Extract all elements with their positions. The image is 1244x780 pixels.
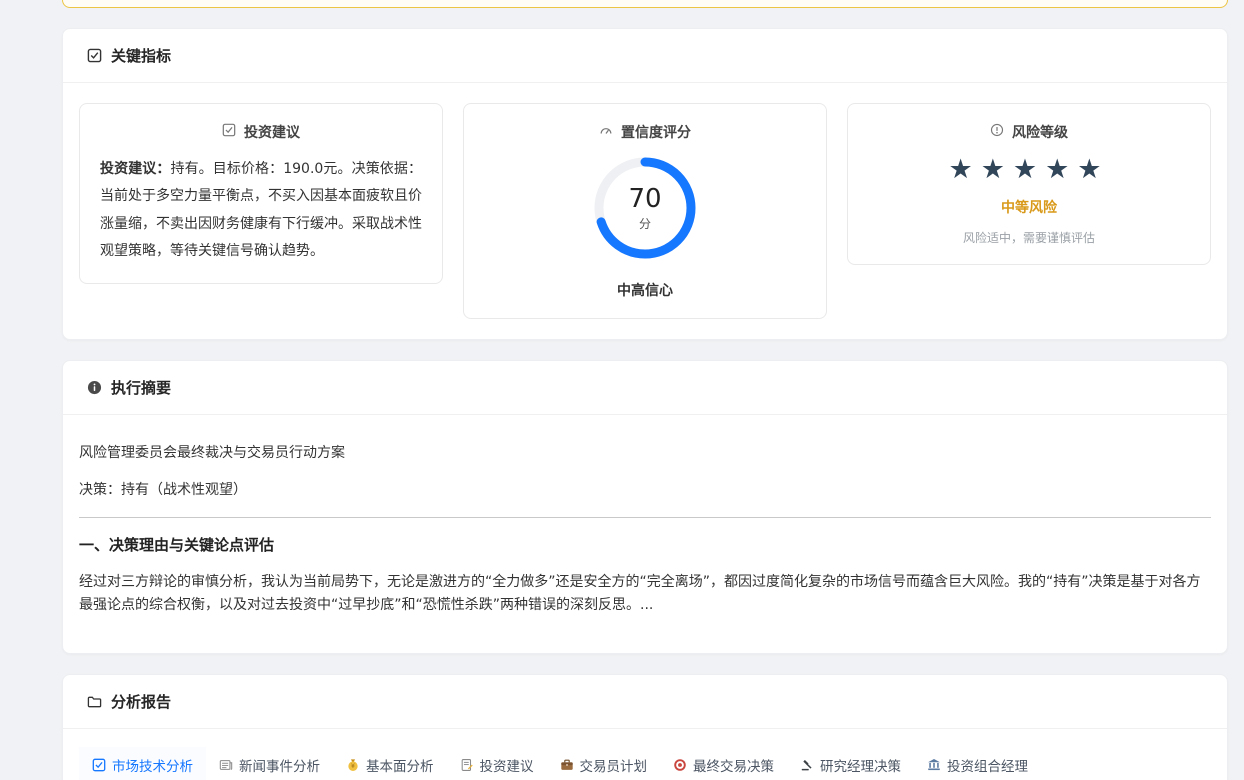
analysis-report-body: 市场技术分析 新闻事件分析 ¥ 基本面分析 投资建议 交易员计划 最终交易决策 …	[63, 729, 1227, 780]
summary-line1: 风险管理委员会最终裁决与交易员行动方案	[79, 445, 345, 461]
money-bag-icon: ¥	[346, 758, 360, 772]
tab-portfolio-manager[interactable]: 投资组合经理	[914, 747, 1041, 780]
tab-fundamentals[interactable]: ¥ 基本面分析	[333, 747, 447, 780]
briefcase-icon	[560, 758, 574, 772]
main-content: 关键指标 投资建议 投资建议：持有。目标价格：190.0元。决策依据：当前处于多…	[62, 0, 1228, 780]
tab-news-events[interactable]: 新闻事件分析	[206, 747, 333, 780]
tab-trader-plan[interactable]: 交易员计划	[547, 747, 661, 780]
risk-stars-icon: ★★★★★	[948, 154, 1110, 185]
advice-title: 投资建议	[244, 125, 300, 141]
tab-market-technical[interactable]: 市场技术分析	[79, 747, 206, 780]
analysis-report-card: 分析报告 市场技术分析 新闻事件分析 ¥ 基本面分析 投资建议 交易员计划 最终…	[62, 674, 1228, 780]
confidence-unit: 分	[638, 217, 651, 231]
tab-label: 投资建议	[479, 759, 534, 776]
check-square-icon	[87, 48, 102, 63]
risk-title: 风险等级	[1012, 125, 1068, 141]
key-indicators-body: 投资建议 投资建议：持有。目标价格：190.0元。决策依据：当前处于多空力量平衡…	[63, 83, 1227, 339]
risk-card: 风险等级 ★★★★★ 中等风险 风险适中，需要谨慎评估	[847, 103, 1211, 265]
tab-investment-advice[interactable]: 投资建议	[447, 747, 547, 780]
gauge-icon	[599, 123, 613, 141]
newspaper-icon	[219, 758, 233, 772]
tab-label: 基本面分析	[366, 759, 434, 776]
target-icon	[673, 758, 687, 772]
folder-icon	[87, 694, 102, 709]
top-alert-partial	[62, 0, 1228, 8]
note-icon	[460, 758, 474, 772]
executive-summary-card: 执行摘要 风险管理委员会最终裁决与交易员行动方案 决策：持有（战术性观望） 一、…	[62, 360, 1228, 655]
confidence-score-wrap: 70 分	[593, 156, 697, 260]
tab-label: 市场技术分析	[112, 759, 193, 776]
tab-research-manager-decision[interactable]: 研究经理决策	[787, 747, 914, 780]
advice-strong: 投资建议：	[100, 161, 171, 177]
analysis-report-header: 分析报告	[63, 675, 1227, 730]
tab-label: 研究经理决策	[820, 759, 901, 776]
warning-circle-icon	[990, 123, 1004, 141]
tab-label: 新闻事件分析	[239, 759, 320, 776]
risk-head: 风险等级	[868, 122, 1190, 142]
check-square-icon	[92, 758, 106, 772]
advice-text: 投资建议：持有。目标价格：190.0元。决策依据：当前处于多空力量平衡点，不买入…	[100, 156, 422, 265]
tab-label: 交易员计划	[579, 759, 648, 776]
info-filled-icon	[87, 380, 102, 395]
investment-advice-head: 投资建议	[100, 122, 422, 142]
confidence-head: 置信度评分	[484, 122, 806, 142]
bank-icon	[927, 758, 941, 772]
executive-summary-header: 执行摘要	[63, 361, 1227, 415]
section-title: 分析报告	[111, 693, 172, 712]
report-tabs: 市场技术分析 新闻事件分析 ¥ 基本面分析 投资建议 交易员计划 最终交易决策 …	[79, 747, 1211, 780]
executive-summary-body: 风险管理委员会最终裁决与交易员行动方案 决策：持有（战术性观望） 一、决策理由与…	[63, 415, 1227, 653]
confidence-title: 置信度评分	[621, 125, 691, 141]
gavel-icon	[800, 758, 814, 772]
key-indicators-card: 关键指标 投资建议 投资建议：持有。目标价格：190.0元。决策依据：当前处于多…	[62, 28, 1228, 340]
confidence-label: 中高信心	[617, 283, 673, 299]
summary-heading: 一、决策理由与关键论点评估	[79, 536, 275, 554]
confidence-score: 70	[628, 184, 662, 214]
key-indicators-header: 关键指标	[63, 29, 1227, 83]
svg-text:¥: ¥	[351, 763, 355, 770]
clipboard-check-icon	[222, 123, 236, 141]
summary-paragraph: 经过对三方辩论的审慎分析，我认为当前局势下，无论是激进方的“全力做多”还是安全方…	[79, 574, 1201, 614]
confidence-ring: 70 分	[593, 156, 697, 260]
section-title: 关键指标	[111, 47, 172, 65]
tab-label: 投资组合经理	[947, 759, 1028, 776]
investment-advice-card: 投资建议 投资建议：持有。目标价格：190.0元。决策依据：当前处于多空力量平衡…	[79, 103, 443, 285]
risk-desc: 风险适中，需要谨慎评估	[962, 231, 1095, 245]
risk-level: 中等风险	[1001, 200, 1057, 216]
confidence-card: 置信度评分 70 分 中高信心	[463, 103, 827, 319]
tab-label: 最终交易决策	[693, 759, 774, 776]
app-screen: 关键指标 投资建议 投资建议：持有。目标价格：190.0元。决策依据：当前处于多…	[0, 0, 1244, 780]
summary-line2: 决策：持有（战术性观望）	[79, 482, 247, 498]
summary-divider	[79, 517, 1211, 518]
section-title: 执行摘要	[111, 379, 172, 397]
tab-final-trade-decision[interactable]: 最终交易决策	[660, 747, 787, 780]
